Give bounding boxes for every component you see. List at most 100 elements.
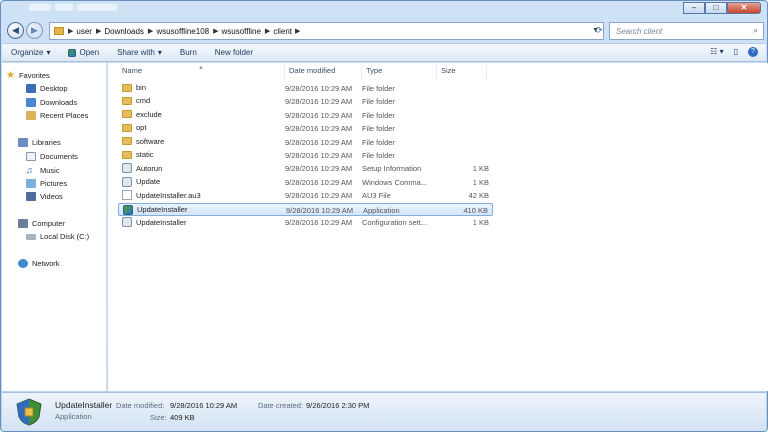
minimize-button[interactable]: – [683,2,705,14]
help-icon[interactable]: ? [748,47,758,57]
breadcrumb-item[interactable]: ▶ wsusoffline [213,27,261,36]
refresh-icon[interactable]: ⟳ [595,25,603,36]
details-date-modified-label: Date modified: [116,401,165,410]
file-date: 9/28/2016 10:29 AM [286,205,354,215]
file-size: 1 KB [472,164,489,174]
burn-label: Burn [179,48,197,57]
file-date: 9/28/2016 10:29 AM [285,151,353,160]
blurred-title [29,4,117,12]
navigation-pane: ★ Favorites Desktop Downloads Recent Plac… [2,63,107,391]
file-name: bin [136,83,147,92]
organize-button[interactable]: Organize ▾ [2,48,59,57]
close-button[interactable]: ✕ [727,2,761,14]
breadcrumb-item[interactable]: ▶ user [68,27,92,36]
sidebar-item-downloads[interactable]: Downloads [26,98,77,107]
title-bar: – □ ✕ [1,1,767,15]
chevron-down-icon: ▾ [46,48,51,57]
sidebar-item-recent-places[interactable]: Recent Places [26,111,88,120]
sidebar-label: Desktop [40,84,68,93]
column-header-type[interactable]: Type [362,66,437,79]
table-row[interactable]: UpdateInstaller 9/28/2016 10:29 AM Applica… [118,202,493,216]
config-file-icon [122,217,132,227]
application-icon [123,204,133,215]
table-row[interactable]: opt 9/28/2016 10:29 AM File folder [118,122,493,135]
table-row[interactable]: bin 9/28/2016 10:29 AM File folder [118,82,493,95]
file-type: AU3 File [362,191,391,201]
table-row[interactable]: UpdateInstaller 9/28/2016 10:29 AM Configu… [118,216,493,229]
command-bar: Organize ▾ Open Share with ▾ Burn New fold… [2,43,766,62]
file-name: UpdateInstaller.au3 [136,190,201,200]
explorer-window: – □ ✕ ◀ ▶ ▶ user ▶ Downloads ▶ wsusoffline1… [0,0,768,432]
file-type: Windows Comma... [362,177,428,187]
sidebar-item-pictures[interactable]: Pictures [26,179,67,188]
file-name-cell: UpdateInstaller [123,204,187,215]
chevron-right-icon: ▶ [264,28,271,35]
table-row[interactable]: static 9/28/2016 10:29 AM File folder [118,149,493,162]
view-options-icon[interactable]: ☷ ▾ [710,47,723,57]
file-size: 42 KB [468,191,489,201]
sidebar-item-network[interactable]: Network [18,259,60,268]
file-date: 9/28/2016 10:29 AM [285,110,353,120]
file-name-cell: bin [122,83,146,92]
network-icon [18,259,28,268]
file-name-cell: Autorun [122,163,162,174]
file-size: 410 KB [463,205,488,215]
folder-icon [122,137,132,146]
burn-button[interactable]: Burn [171,48,206,57]
sidebar-item-libraries[interactable]: Libraries [18,138,61,147]
open-button[interactable]: Open [59,48,108,57]
table-row[interactable]: cmd 9/28/2016 10:29 AM File folder [118,95,493,108]
sidebar-item-desktop[interactable]: Desktop [26,84,68,93]
preview-pane-icon[interactable]: ▯ [734,47,738,57]
sidebar-item-favorites[interactable]: ★ Favorites [6,70,50,81]
table-row[interactable]: Autorun 9/28/2016 10:29 AM Setup Informati… [118,162,493,175]
address-bar[interactable]: ▶ user ▶ Downloads ▶ wsusoffline108 ▶ wsusof… [49,22,604,40]
table-row[interactable]: Update 9/28/2016 10:29 AM Windows Comma...… [118,176,493,189]
breadcrumb-label: client [273,26,292,36]
documents-icon [26,152,36,161]
recent-places-icon [26,111,36,120]
drive-icon [26,233,36,240]
sidebar-item-documents[interactable]: Documents [26,152,78,161]
column-header-date[interactable]: Date modified [285,66,362,79]
chevron-right-icon: ▶ [68,28,74,35]
sidebar-item-computer[interactable]: Computer [18,219,65,228]
folder-icon [122,123,132,132]
desktop-icon [26,84,36,93]
file-type: File folder [362,110,395,120]
column-label: Name [122,66,143,75]
breadcrumb-item[interactable]: ▶ client ▶ [265,27,300,36]
file-date: 9/28/2016 10:29 AM [285,177,353,187]
star-icon: ★ [6,70,15,81]
sidebar-label: Computer [32,219,65,228]
file-date: 9/28/2016 10:29 AM [285,84,353,93]
column-header-size[interactable]: Size [437,66,487,79]
column-header-name[interactable]: Name ▲ [118,65,285,79]
sidebar-item-videos[interactable]: Videos [26,192,63,201]
breadcrumb-item[interactable]: ▶ Downloads [96,27,144,36]
forward-button[interactable]: ▶ [26,22,43,39]
search-input[interactable]: Search client ⌕ [609,22,764,40]
music-icon: ♫ [26,165,33,175]
table-row[interactable]: UpdateInstaller.au3 9/28/2016 10:29 AM AU3… [118,189,493,202]
sidebar-item-local-disk[interactable]: Local Disk (C:) [26,232,89,241]
sidebar-item-music[interactable]: ♫ Music [26,165,60,175]
file-name: static [136,150,154,159]
new-folder-button[interactable]: New folder [206,48,262,57]
setup-file-icon [122,163,132,174]
folder-icon [122,83,132,92]
videos-icon [26,192,36,201]
sidebar-label: Documents [40,152,78,161]
libraries-icon [18,138,28,147]
maximize-button[interactable]: □ [705,2,727,14]
share-with-button[interactable]: Share with ▾ [108,48,171,57]
back-button[interactable]: ◀ [7,22,24,39]
breadcrumb-item[interactable]: ▶ wsusoffline108 [148,27,209,36]
search-icon[interactable]: ⌕ [754,26,758,36]
file-name: Update [136,177,161,187]
file-date: 9/28/2016 10:29 AM [285,191,353,201]
organize-label: Organize [11,48,44,57]
table-row[interactable]: exclude 9/28/2016 10:29 AM File folder [118,109,493,122]
table-row[interactable]: software 9/28/2016 10:29 AM File folder [118,136,493,149]
file-name-cell: software [122,137,164,146]
